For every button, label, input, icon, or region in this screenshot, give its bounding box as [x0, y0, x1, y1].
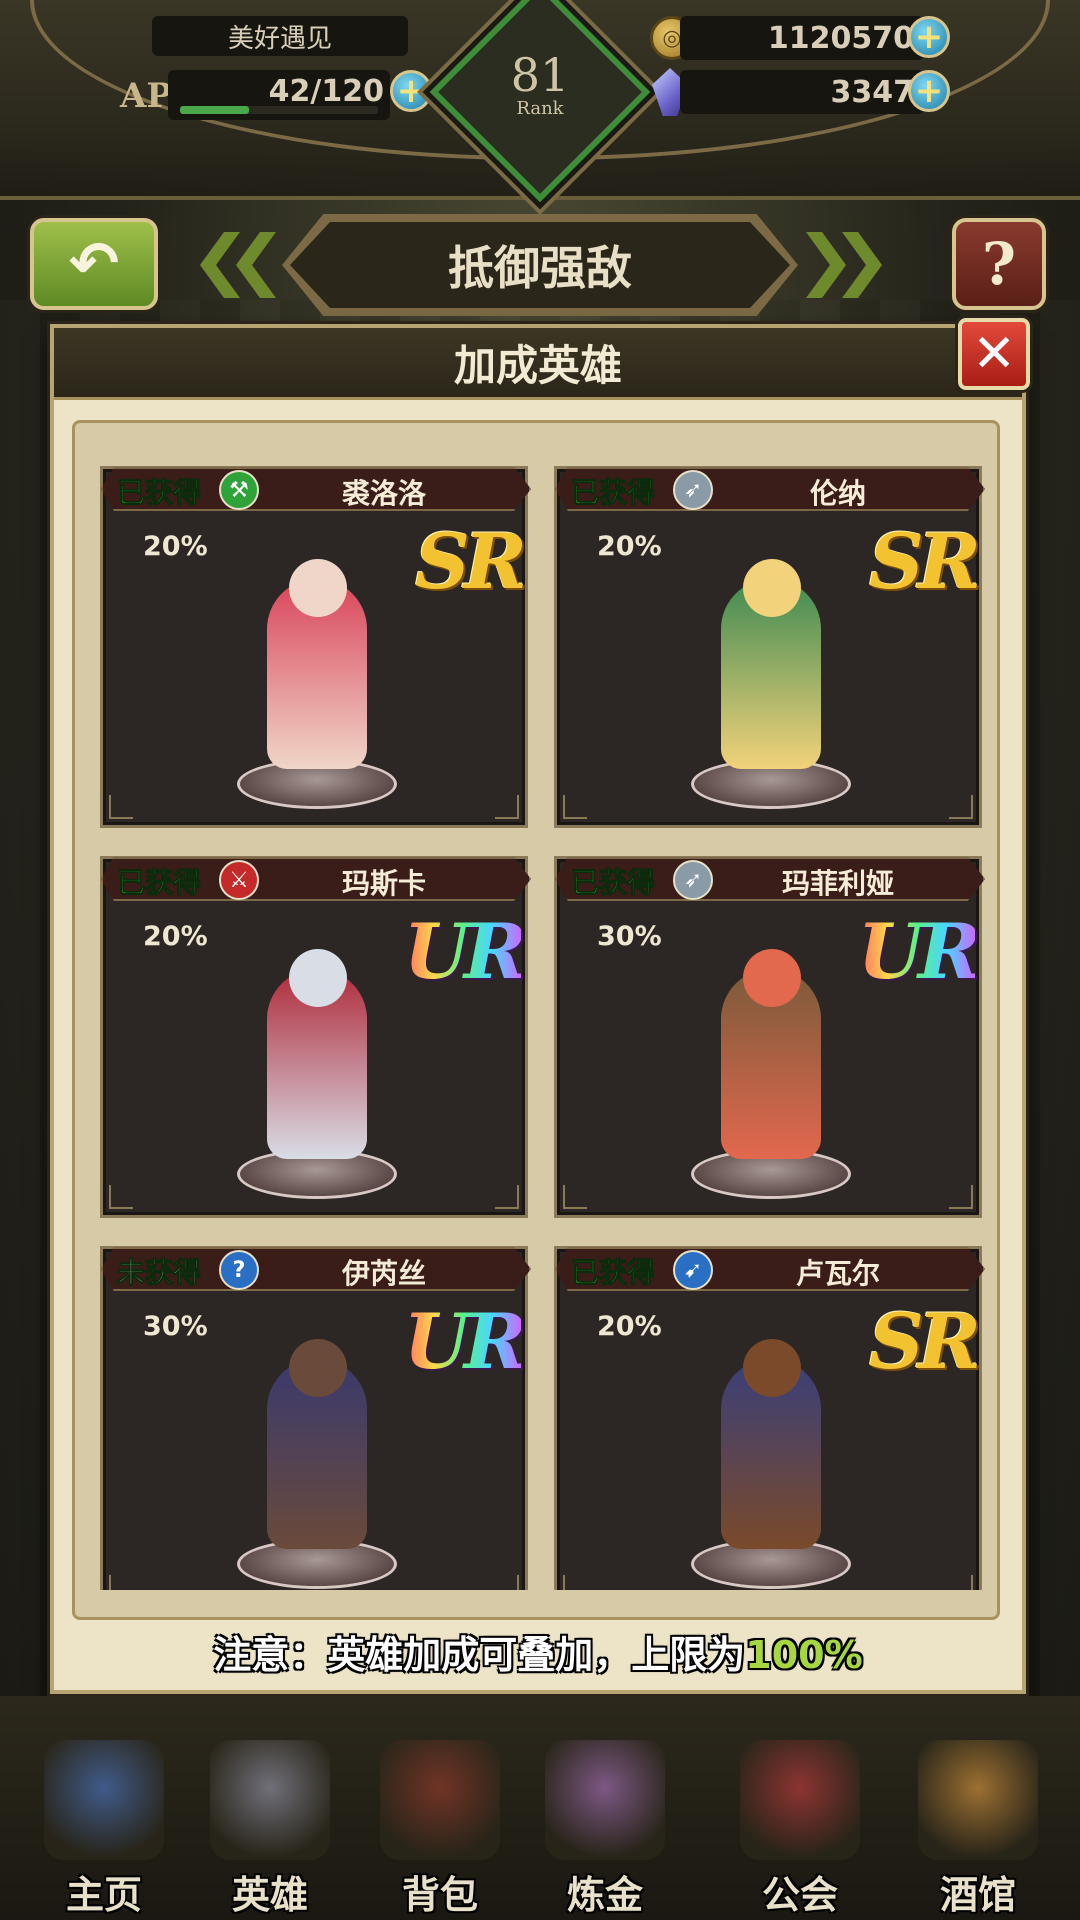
rank-number: 81 [510, 48, 570, 102]
ap-meter: 42/120 [168, 70, 390, 120]
hero-status: 已获得 [570, 1256, 656, 1290]
hero-bonus: 20% [597, 531, 662, 562]
hero-portrait [743, 559, 801, 617]
hero-status: 已获得 [570, 866, 656, 900]
hero-bonus: 30% [597, 921, 662, 952]
nav-item[interactable]: 酒馆 [903, 1740, 1053, 1920]
tavern-mug-icon [918, 1740, 1038, 1860]
note-cap: 100% [745, 1633, 863, 1677]
nav-label: 酒馆 [939, 1873, 1016, 1917]
hero-name: 伊芮丝 [341, 1257, 426, 1290]
bonus-note: 注意：英雄加成可叠加，上限为100% [50, 1624, 1026, 1679]
hero-name: 裘洛洛 [341, 477, 426, 510]
nav-label: 炼金 [566, 1873, 643, 1917]
hero-name: 卢瓦尔 [795, 1257, 880, 1290]
ap-bar-fill [180, 106, 250, 114]
hero-card[interactable]: 已获得 ➶ 伦纳 20% SR [554, 466, 985, 828]
note-text: 注意：英雄加成可叠加，上限为 [213, 1633, 746, 1677]
hero-status: 已获得 [570, 476, 656, 510]
hero-portrait [289, 559, 347, 617]
castle-icon [44, 1740, 164, 1860]
bow-icon: ➶ [673, 470, 713, 510]
nav-label: 公会 [761, 1873, 838, 1917]
hero-helmet-icon [210, 1740, 330, 1860]
close-icon: ✕ [972, 324, 1016, 384]
hero-portrait [743, 949, 801, 1007]
hero-bonus: 20% [597, 1311, 662, 1342]
hero-status: 未获得 [116, 1256, 202, 1290]
hero-card[interactable]: 已获得 ➶ 玛菲利娅 30% UR [554, 856, 985, 1218]
hero-name: 玛菲利娅 [781, 867, 894, 900]
nav-label: 背包 [401, 1873, 478, 1917]
rarity-badge: SR [868, 1297, 981, 1386]
staff-icon: ? [219, 1250, 259, 1290]
hero-bonus: 20% [143, 921, 208, 952]
hero-status: 已获得 [116, 866, 202, 900]
rarity-badge: UR [403, 1297, 527, 1386]
hero-portrait [289, 1339, 347, 1397]
hero-card[interactable]: 已获得 ⚔ 玛斯卡 20% UR [100, 856, 531, 1218]
rarity-badge: UR [403, 907, 527, 996]
hero-card[interactable]: 已获得 ➹ 卢瓦尔 20% SR [554, 1246, 985, 1590]
nav-item[interactable]: 英雄 [195, 1740, 345, 1920]
hero-bonus: 30% [143, 1311, 208, 1342]
bow-icon: ➶ [673, 860, 713, 900]
potion-icon [545, 1740, 665, 1860]
hero-card[interactable]: 已获得 ⚒ 裘洛洛 20% SR [100, 466, 531, 828]
question-icon: ? [982, 230, 1016, 298]
nav-label: 主页 [65, 1873, 142, 1917]
dialog-title: 加成英雄 [54, 328, 1022, 400]
rarity-badge: SR [868, 517, 981, 606]
guild-shield-icon [740, 1740, 860, 1860]
close-button[interactable]: ✕ [958, 318, 1030, 390]
hero-bonus: 20% [143, 531, 208, 562]
help-button[interactable]: ? [952, 218, 1046, 310]
spear-icon: ➹ [673, 1250, 713, 1290]
nav-item[interactable]: 炼金 [530, 1740, 680, 1920]
add-ap-button[interactable]: + [390, 70, 432, 112]
hero-portrait [289, 949, 347, 1007]
rank-label: Rank [516, 98, 564, 119]
page-title: 抵御强敌 [290, 222, 790, 308]
rarity-badge: UR [857, 907, 981, 996]
hero-name: 伦纳 [809, 477, 866, 510]
axe-icon: ⚒ [219, 470, 259, 510]
hero-name: 玛斯卡 [341, 867, 426, 900]
hero-portrait [743, 1339, 801, 1397]
nav-label: 英雄 [231, 1873, 308, 1917]
nav-item[interactable]: 主页 [29, 1740, 179, 1920]
hero-status: 已获得 [116, 476, 202, 510]
hero-grid[interactable]: 已获得 ⚒ 裘洛洛 20% SR 已获得 ➶ 伦纳 20% SR 已获得 ⚔ 玛… [100, 466, 990, 1590]
sword-icon: ⚔ [219, 860, 259, 900]
back-arrow-icon: ↶ [68, 229, 120, 299]
back-button[interactable]: ↶ [30, 218, 158, 310]
ap-bar [180, 106, 378, 114]
gold-amount: 1120570 [680, 16, 924, 60]
hero-card[interactable]: 未获得 ? 伊芮丝 30% UR [100, 1246, 531, 1590]
ap-value: 42/120 [268, 74, 384, 109]
gem-amount: 3347 [680, 70, 924, 114]
backpack-icon [380, 1740, 500, 1860]
add-gems-button[interactable]: + [908, 70, 950, 112]
nav-item[interactable]: 公会 [725, 1740, 875, 1920]
ap-label: AP [120, 76, 172, 116]
player-name: 美好遇见 [152, 16, 408, 56]
rarity-badge: SR [414, 517, 527, 606]
add-gold-button[interactable]: + [908, 16, 950, 58]
nav-item[interactable]: 背包 [365, 1740, 515, 1920]
